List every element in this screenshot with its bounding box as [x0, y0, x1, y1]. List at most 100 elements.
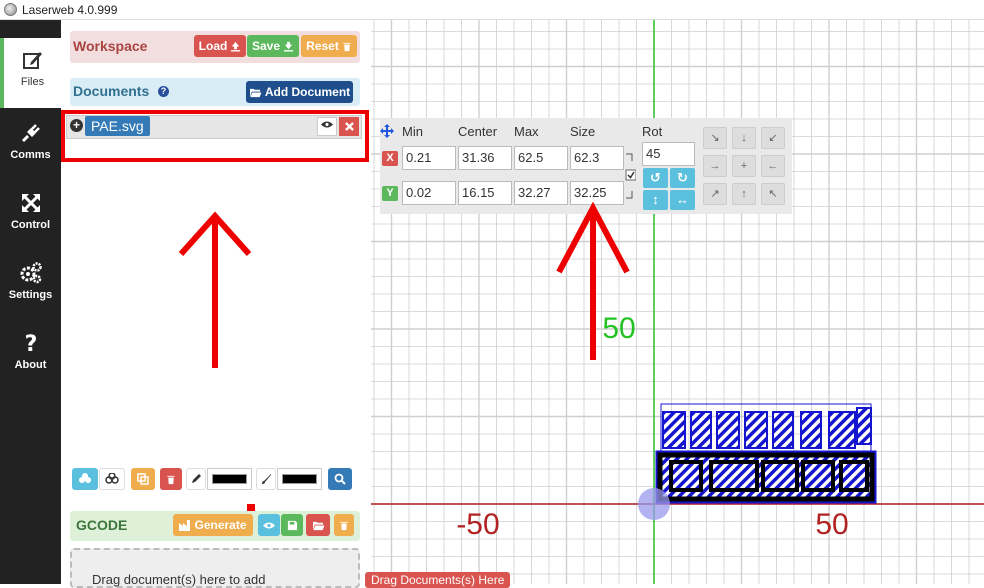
cubes-dark-icon: [105, 473, 119, 484]
window-title: Laserweb 4.0.999: [22, 3, 118, 17]
sidebar-item-files[interactable]: Files: [0, 38, 61, 108]
x-size-input[interactable]: 62.3: [570, 146, 624, 170]
y-center-input[interactable]: 16.15: [458, 181, 512, 205]
header-center: Center: [458, 124, 498, 139]
x-max-input[interactable]: 62.5: [514, 146, 568, 170]
sidebar-item-comms[interactable]: Comms: [0, 111, 61, 181]
sidebar: Files Comms Control Settings ? About: [0, 20, 61, 584]
title-bar: Laserweb 4.0.999: [0, 0, 984, 20]
sidebar-item-label: Settings: [8, 289, 53, 301]
header-size: Size: [570, 124, 596, 139]
flip-horizontal-button[interactable]: ↔: [670, 190, 695, 210]
delete-button[interactable]: [160, 468, 182, 490]
load-gcode-button[interactable]: [306, 514, 330, 536]
header-min: Min: [402, 124, 423, 139]
y-axis-tag: Y: [382, 186, 398, 201]
align-bottom-left-button[interactable]: ↗: [703, 183, 727, 205]
y-min-input[interactable]: 0.02: [402, 181, 456, 205]
annotation-arrow-right: [556, 201, 630, 360]
gears-icon: [20, 262, 42, 284]
align-center-button[interactable]: +: [732, 155, 756, 177]
save-button[interactable]: Save: [247, 35, 299, 57]
x-min-input[interactable]: 0.21: [402, 146, 456, 170]
app-icon: [4, 3, 17, 16]
align-bottom-right-button[interactable]: ↖: [761, 183, 785, 205]
generate-label: Generate: [194, 518, 247, 532]
download-icon: [283, 41, 294, 52]
sidebar-item-label: Comms: [10, 149, 51, 161]
load-button[interactable]: Load: [194, 35, 246, 57]
save-label: Save: [251, 39, 281, 53]
view-gcode-button[interactable]: [258, 514, 280, 536]
align-top-button[interactable]: ↓: [732, 127, 756, 149]
floppy-icon: [287, 520, 297, 530]
gcode-title: GCODE: [76, 517, 128, 533]
stroke-color-swatch[interactable]: [207, 468, 252, 490]
group-button[interactable]: [99, 468, 125, 490]
align-top-right-button[interactable]: ↙: [761, 127, 785, 149]
clear-gcode-button[interactable]: [334, 514, 354, 536]
rotation-input[interactable]: 45: [642, 142, 695, 166]
align-right-button[interactable]: ←: [761, 155, 785, 177]
workpiece-glyph: [800, 411, 822, 449]
workpiece-glyph: [828, 411, 856, 449]
svg-text:?: ?: [24, 332, 37, 355]
workpiece-glyph: [744, 411, 768, 449]
add-document-button[interactable]: Add Document: [246, 81, 353, 103]
edit-icon: [22, 52, 42, 69]
rotate-cw-button[interactable]: ↻: [670, 168, 695, 188]
copy-button[interactable]: [131, 468, 155, 490]
workpiece-glyph: [772, 411, 794, 449]
sidebar-item-settings[interactable]: Settings: [0, 251, 61, 321]
sidebar-item-control[interactable]: Control: [0, 181, 61, 251]
sidebar-item-label: Files: [20, 76, 45, 88]
reset-button[interactable]: Reset: [301, 35, 357, 57]
x-axis-label-neg: -50: [456, 508, 499, 541]
x-center-input[interactable]: 31.36: [458, 146, 512, 170]
stroke-color-label: [186, 468, 206, 490]
align-left-button[interactable]: →: [703, 155, 727, 177]
brush-icon: [262, 474, 271, 484]
workspace-canvas[interactable]: -50 50 50: [371, 20, 984, 584]
flip-vertical-button[interactable]: ↕: [643, 190, 668, 210]
align-bottom-button[interactable]: ↑: [732, 183, 756, 205]
lock-aspect-checkbox[interactable]: [626, 170, 638, 182]
workspace-title: Workspace: [73, 38, 148, 54]
dropzone-text: Drag document(s) here to add: [92, 572, 266, 587]
header-rot: Rot: [642, 124, 663, 139]
workpiece-glyph: [716, 411, 740, 449]
search-button[interactable]: [328, 468, 352, 490]
sidebar-item-label: Control: [10, 219, 51, 231]
fill-color-swatch[interactable]: [277, 468, 322, 490]
pencil-icon: [192, 474, 201, 483]
align-top-left-button[interactable]: ↘: [703, 127, 727, 149]
plug-icon: [21, 124, 40, 143]
sidebar-item-about[interactable]: ? About: [0, 321, 61, 391]
copy-icon: [137, 473, 149, 485]
add-document-label: Add Document: [264, 85, 351, 99]
workpiece-glyph: [856, 407, 872, 445]
documents-title: Documents: [73, 83, 150, 99]
generate-button[interactable]: Generate: [173, 514, 253, 536]
annotation-box-documents: [61, 110, 369, 162]
move-icon[interactable]: [380, 124, 394, 138]
folder-open-icon: [312, 521, 324, 530]
fill-color-label: [256, 468, 276, 490]
x-axis-label-pos: 50: [815, 508, 848, 541]
folder-open-icon: [249, 88, 262, 97]
help-icon[interactable]: ?: [158, 86, 169, 97]
cubes-icon: [79, 473, 91, 483]
save-gcode-button[interactable]: [281, 514, 303, 536]
eye-icon: [263, 522, 275, 528]
trash-icon: [343, 42, 351, 51]
sidebar-item-label: About: [14, 359, 47, 371]
trash-icon: [340, 521, 348, 530]
workpiece-glyph: [662, 411, 686, 449]
rotate-ccw-button[interactable]: ↺: [643, 168, 668, 188]
cluster-button[interactable]: [72, 468, 98, 490]
canvas-grid: -50 5050: [371, 20, 984, 584]
question-icon: ?: [24, 332, 37, 355]
origin-marker: [638, 488, 670, 520]
x-axis-tag: X: [382, 151, 398, 166]
search-icon: [334, 473, 346, 485]
